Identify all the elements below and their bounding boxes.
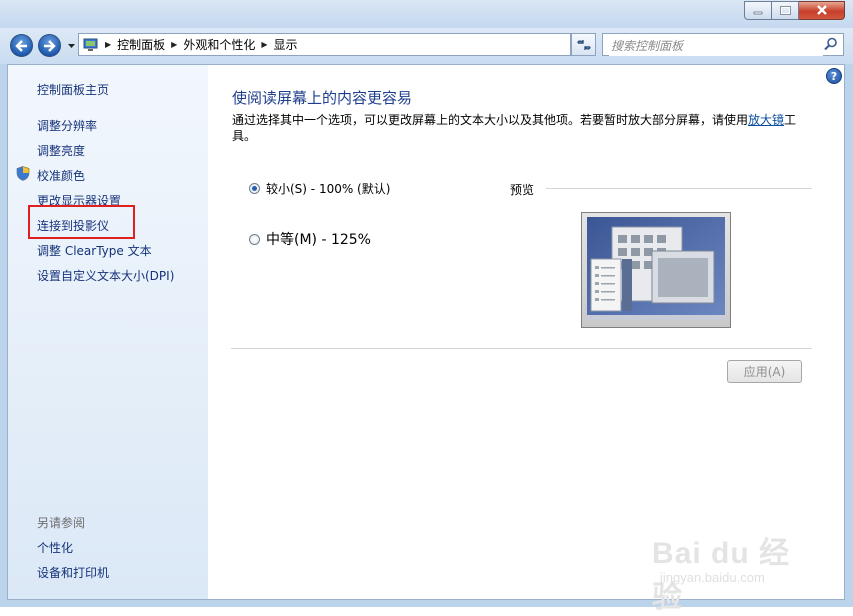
breadcrumb-control-panel[interactable]: 控制面板 bbox=[117, 36, 165, 53]
maximize-icon bbox=[779, 5, 791, 15]
address-bar[interactable]: ▶ 控制面板 ▶ 外观和个性化 ▶ 显示 bbox=[78, 33, 640, 56]
watermark-url: jingyan.baidu.com bbox=[660, 570, 765, 585]
sidebar-item-calibrate-color[interactable]: 校准颜色 bbox=[37, 167, 85, 184]
minimize-button[interactable] bbox=[744, 1, 772, 20]
apply-button[interactable]: 应用(A) bbox=[727, 360, 802, 383]
magnifier-link[interactable]: 放大镜 bbox=[748, 113, 784, 127]
breadcrumb-separator: ▶ bbox=[261, 40, 268, 49]
window-frame: ▶ 控制面板 ▶ 外观和个性化 ▶ 显示 控制面板主页 调整分辨率 调整亮度 bbox=[0, 0, 853, 614]
breadcrumb-display[interactable]: 显示 bbox=[274, 36, 298, 53]
sidebar-item-adjust-cleartype[interactable]: 调整 ClearType 文本 bbox=[37, 242, 152, 259]
navigation-bar: ▶ 控制面板 ▶ 外观和个性化 ▶ 显示 bbox=[0, 28, 853, 64]
search-box bbox=[602, 33, 844, 56]
sidebar-item-adjust-brightness[interactable]: 调整亮度 bbox=[37, 142, 85, 159]
refresh-button[interactable] bbox=[571, 33, 596, 56]
back-button[interactable] bbox=[10, 34, 33, 57]
description-text: 通过选择其中一个选项，可以更改屏幕上的文本大小以及其他项。若要暂时放大部分屏幕，… bbox=[232, 113, 749, 127]
highlight-box bbox=[28, 205, 135, 239]
minimize-icon bbox=[753, 11, 763, 14]
breadcrumb-separator: ▶ bbox=[171, 40, 178, 49]
forward-arrow-icon bbox=[44, 39, 56, 52]
help-icon[interactable]: ? bbox=[826, 68, 842, 84]
breadcrumb-appearance[interactable]: 外观和个性化 bbox=[183, 36, 255, 53]
close-button[interactable] bbox=[799, 1, 845, 20]
watermark: Bai du 经验 jingyan.baidu.com bbox=[646, 528, 806, 614]
preview-label: 预览 bbox=[510, 183, 535, 197]
radio-button[interactable] bbox=[249, 233, 260, 245]
option-medium[interactable]: 中等(M) - 125% bbox=[249, 229, 371, 249]
page-title: 使阅读屏幕上的内容更容易 bbox=[232, 89, 413, 107]
option-medium-label: 中等(M) - 125% bbox=[266, 232, 371, 248]
section-divider bbox=[231, 348, 812, 349]
back-arrow-icon bbox=[15, 39, 27, 52]
desktop-preview-icon bbox=[587, 217, 725, 320]
sidebar-item-devices-printers[interactable]: 设备和打印机 bbox=[37, 564, 109, 581]
sidebar-item-control-panel-home[interactable]: 控制面板主页 bbox=[37, 81, 109, 98]
shield-icon bbox=[16, 166, 30, 181]
sidebar-item-custom-dpi[interactable]: 设置自定义文本大小(DPI) bbox=[37, 267, 174, 284]
forward-button[interactable] bbox=[38, 34, 61, 57]
recent-pages-dropdown[interactable] bbox=[66, 41, 76, 51]
breadcrumb-separator: ▶ bbox=[105, 40, 112, 49]
option-smaller-label: 较小(S) - 100% (默认) bbox=[266, 182, 391, 196]
maximize-button[interactable] bbox=[772, 1, 799, 20]
sidebar: 控制面板主页 调整分辨率 调整亮度 校准颜色 更改显示器设置 连接到投影仪 调整… bbox=[8, 65, 208, 599]
sidebar-item-personalization[interactable]: 个性化 bbox=[37, 539, 73, 556]
control-panel-icon bbox=[83, 38, 98, 51]
see-also-heading: 另请参阅 bbox=[37, 516, 86, 530]
chevron-down-icon bbox=[67, 43, 75, 48]
radio-button-selected[interactable] bbox=[249, 183, 260, 194]
search-icon[interactable] bbox=[824, 37, 838, 51]
page-description: 通过选择其中一个选项，可以更改屏幕上的文本大小以及其他项。若要暂时放大部分屏幕，… bbox=[232, 112, 802, 144]
refresh-icon bbox=[576, 39, 591, 50]
preview-divider bbox=[546, 188, 812, 189]
window-buttons bbox=[744, 1, 845, 20]
preview-image bbox=[581, 212, 731, 328]
search-input[interactable] bbox=[609, 35, 823, 56]
content-area: 控制面板主页 调整分辨率 调整亮度 校准颜色 更改显示器设置 连接到投影仪 调整… bbox=[7, 64, 845, 600]
close-icon bbox=[816, 5, 827, 15]
option-smaller[interactable]: 较小(S) - 100% (默认) bbox=[249, 180, 390, 197]
sidebar-item-adjust-resolution[interactable]: 调整分辨率 bbox=[37, 117, 97, 134]
title-bar bbox=[0, 0, 853, 28]
